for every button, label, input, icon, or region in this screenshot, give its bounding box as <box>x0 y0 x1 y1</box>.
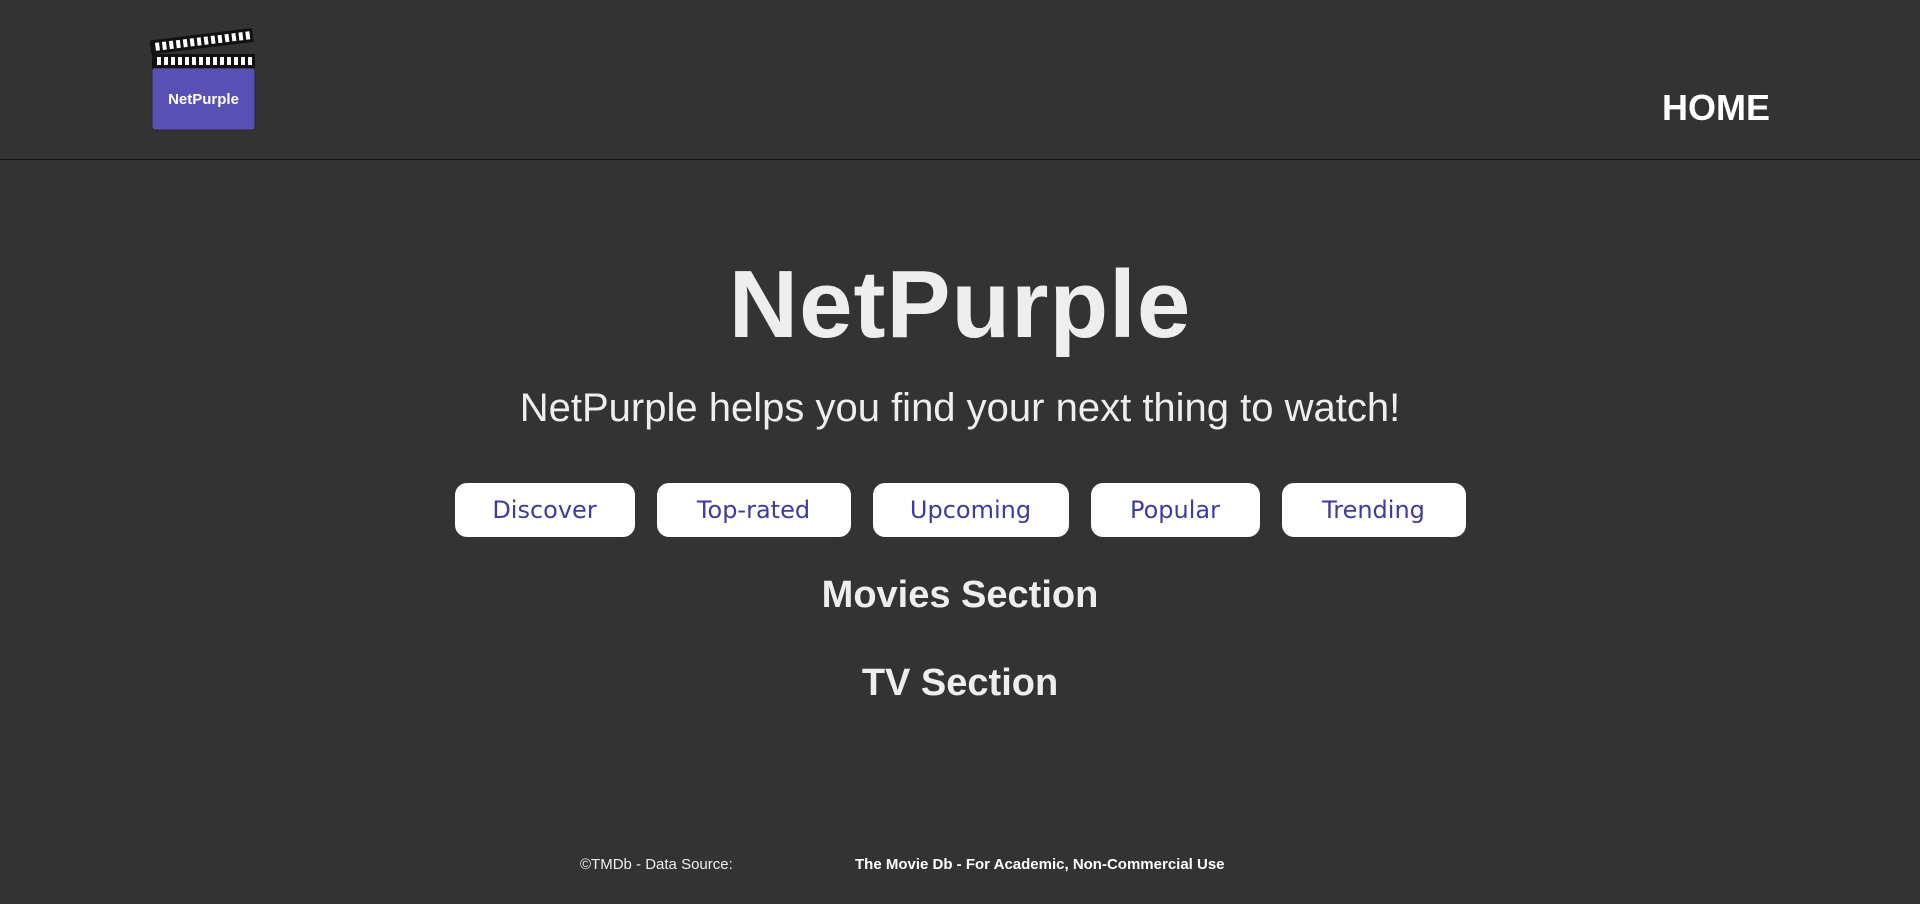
clapperboard-icon <box>150 28 256 131</box>
hero-title: NetPurple <box>728 251 1192 358</box>
footer-copyright: ©TMDb - Data Source: <box>580 856 733 873</box>
footer-source-link[interactable]: The Movie Db - For Academic, Non-Commerc… <box>855 856 1225 873</box>
upcoming-button[interactable]: Upcoming <box>872 483 1069 537</box>
page: NetPurple HOME NetPurple NetPurple helps… <box>0 0 1920 904</box>
logo-text: NetPurple <box>168 91 239 108</box>
popular-button[interactable]: Popular <box>1090 483 1260 537</box>
tv-section-link[interactable]: TV Section <box>0 661 1920 705</box>
netpurple-logo[interactable]: NetPurple <box>150 28 257 132</box>
nav-home-link[interactable]: HOME <box>1662 87 1770 129</box>
hero-subtitle: NetPurple helps you find your next thing… <box>519 386 1401 430</box>
trending-button[interactable]: Trending <box>1281 483 1466 537</box>
movies-section-link[interactable]: Movies Section <box>0 573 1920 617</box>
discover-button[interactable]: Discover <box>454 483 635 537</box>
site-header: NetPurple HOME <box>0 0 1920 160</box>
category-button-row: Discover Top-rated Upcoming Popular Tren… <box>0 483 1920 537</box>
top-rated-button[interactable]: Top-rated <box>656 483 851 537</box>
